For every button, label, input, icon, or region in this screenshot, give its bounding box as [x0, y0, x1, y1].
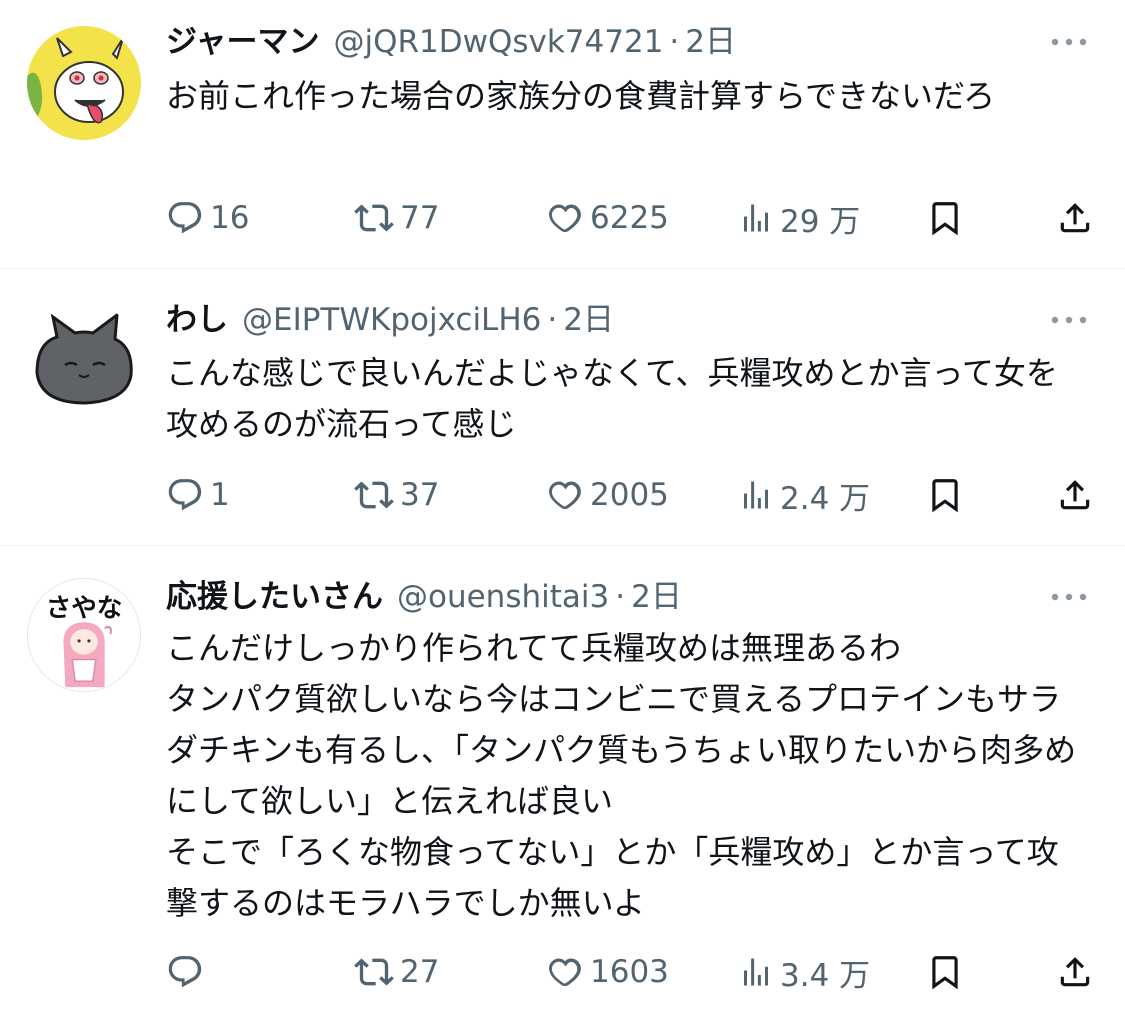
reply-count: 16 — [210, 200, 250, 236]
more-icon — [1051, 593, 1087, 601]
reply-icon — [168, 479, 202, 511]
reply-icon — [168, 202, 202, 234]
avatar[interactable]: さやな — [27, 578, 141, 692]
reply-button[interactable]: 16 — [166, 196, 249, 240]
views-icon — [744, 204, 768, 232]
like-button[interactable]: 1603 — [546, 950, 669, 994]
more-icon — [1051, 38, 1087, 46]
more-button[interactable] — [1049, 310, 1089, 330]
timestamp[interactable]: 2日 — [685, 22, 736, 62]
bookmark-button[interactable] — [926, 950, 964, 994]
gray-cat-avatar-icon — [27, 303, 141, 417]
retweet-icon — [354, 204, 394, 232]
separator-dot: · — [547, 302, 558, 338]
like-count: 6225 — [590, 200, 669, 236]
share-button[interactable] — [1056, 473, 1094, 517]
tweet-header: 応援したいさん @ouenshitai3 · 2日 — [166, 577, 1015, 617]
like-button[interactable]: 2005 — [546, 473, 669, 517]
bookmark-icon — [932, 202, 958, 236]
retweet-icon — [354, 958, 394, 986]
bookmark-button[interactable] — [926, 473, 964, 517]
share-button[interactable] — [1056, 950, 1094, 994]
tweet-1[interactable]: ジャーマン @jQR1DwQsvk74721 · 2日 お前これ作った場合の家族… — [0, 0, 1125, 268]
views-button[interactable]: 2.4 万 — [738, 473, 870, 517]
bookmark-button[interactable] — [926, 196, 964, 240]
tweet-header: ジャーマン @jQR1DwQsvk74721 · 2日 — [166, 22, 1015, 62]
display-name[interactable]: 応援したいさん — [166, 577, 383, 617]
tweet-header: わし @EIPTWKpojxciLH6 · 2日 — [166, 300, 1015, 340]
more-button[interactable] — [1049, 587, 1089, 607]
views-count: 2.4 万 — [780, 480, 871, 517]
bookmark-icon — [932, 956, 958, 990]
display-name[interactable]: ジャーマン — [166, 22, 319, 62]
like-count: 2005 — [590, 477, 669, 513]
views-count: 29 万 — [780, 203, 861, 240]
user-handle[interactable]: @EIPTWKpojxciLH6 — [242, 300, 541, 340]
like-icon — [549, 958, 581, 987]
user-handle[interactable]: @ouenshitai3 — [397, 577, 609, 617]
views-button[interactable]: 29 万 — [738, 196, 860, 240]
reply-count: 1 — [210, 477, 230, 513]
separator-dot: · — [615, 579, 626, 615]
share-icon — [1060, 203, 1090, 233]
user-handle[interactable]: @jQR1DwQsvk74721 — [333, 22, 663, 62]
views-icon — [744, 481, 768, 509]
share-button[interactable] — [1056, 196, 1094, 240]
retweet-icon — [354, 481, 394, 509]
tweet-text: お前これ作った場合の家族分の食費計算すらできないだろ — [166, 77, 996, 115]
retweet-button[interactable]: 37 — [354, 473, 439, 517]
timestamp[interactable]: 2日 — [563, 300, 614, 340]
action-bar: 16 77 6225 29 万 — [166, 196, 1096, 240]
like-icon — [549, 204, 581, 233]
tweet-2[interactable]: わし @EIPTWKpojxciLH6 · 2日 こんな感じで良いんだよじゃなく… — [0, 269, 1125, 545]
tweet-text: こんな感じで良いんだよじゃなくて、兵糧攻めとか言って女を攻めるのが流石って感じ — [166, 354, 1058, 443]
avatar[interactable] — [27, 26, 141, 140]
bookmark-icon — [932, 479, 958, 513]
views-count: 3.4 万 — [780, 957, 871, 994]
more-icon — [1051, 316, 1087, 324]
reply-icon — [168, 956, 202, 988]
avatar[interactable] — [27, 303, 141, 417]
retweet-count: 27 — [400, 954, 440, 990]
avatar-text: さやな — [46, 593, 123, 623]
goat-avatar-icon — [27, 26, 141, 140]
reply-button[interactable] — [166, 950, 210, 994]
share-icon — [1060, 480, 1090, 510]
share-icon — [1060, 957, 1090, 987]
like-count: 1603 — [590, 954, 669, 990]
retweet-button[interactable]: 77 — [354, 196, 439, 240]
tweet-3[interactable]: さやな 応援したいさん @ouenshitai3 · 2日 こんだけしっかり作ら… — [0, 546, 1125, 1012]
tweet-text: こんだけしっかり作られてて兵糧攻めは無理あるわ タンパク質欲しいなら今はコンビニ… — [166, 629, 1077, 922]
action-bar: 1 37 2005 2.4 万 — [166, 473, 1096, 517]
display-name[interactable]: わし — [166, 300, 228, 340]
like-button[interactable]: 6225 — [546, 196, 669, 240]
pink-hair-girl-avatar-icon: さやな — [28, 579, 140, 691]
reply-button[interactable]: 1 — [166, 473, 230, 517]
retweet-count: 37 — [400, 477, 440, 513]
views-icon — [744, 958, 768, 986]
more-button[interactable] — [1049, 32, 1089, 52]
retweet-button[interactable]: 27 — [354, 950, 439, 994]
views-button[interactable]: 3.4 万 — [738, 950, 870, 994]
separator-dot: · — [669, 24, 680, 60]
like-icon — [549, 481, 581, 510]
retweet-count: 77 — [400, 200, 440, 236]
timestamp[interactable]: 2日 — [631, 577, 682, 617]
action-bar: 27 1603 3.4 万 — [166, 950, 1096, 994]
